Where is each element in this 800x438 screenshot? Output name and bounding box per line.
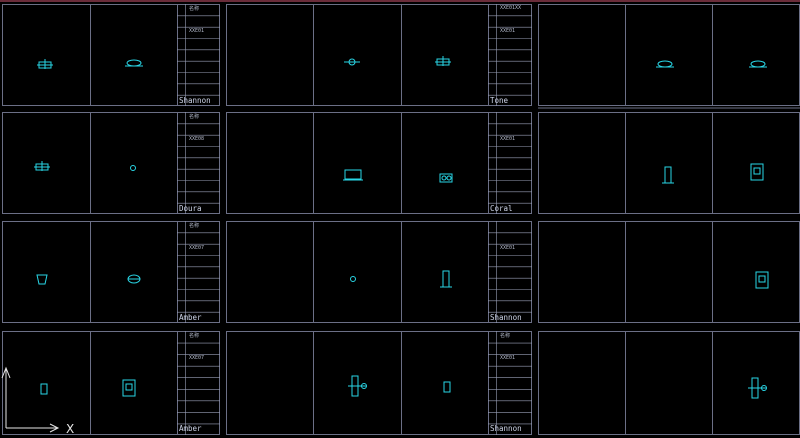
pump-symbol [439, 173, 453, 183]
dot-symbol [350, 276, 356, 282]
dot-symbol [130, 165, 136, 171]
pipe-symbol [748, 377, 767, 399]
sheet-frame-r2c2 [226, 112, 532, 214]
cup-symbol [36, 274, 48, 285]
panel-symbol [755, 271, 769, 289]
faucet-symbol [435, 56, 451, 66]
sheet-frame-r1c2 [226, 4, 532, 106]
basin-symbol [125, 59, 143, 67]
sheet-frame-r2c3 [538, 112, 800, 214]
panel-symbol [122, 379, 136, 397]
bowl-symbol [127, 274, 141, 284]
basin-symbol [656, 60, 674, 68]
sheet-frame-r4c3 [538, 331, 800, 435]
sheet-frame-r2c1 [2, 112, 220, 214]
tub-symbol [343, 169, 363, 181]
cad-model-space[interactable]: 名称 XXE01 Shannon XXE01XX XXE01 Tone 名称 XXE08 Dou… [0, 0, 800, 438]
sheet-frame-r1c1 [2, 4, 220, 106]
sheet-frame-r1c3 [538, 4, 800, 106]
vertical-fixture-symbol [440, 270, 452, 288]
sheet-frame-r4c2 [226, 331, 532, 435]
ucs-x-label: X [66, 422, 75, 436]
valve-symbol [344, 58, 360, 66]
panel-symbol [750, 163, 764, 181]
vertical-fixture-symbol [662, 166, 674, 184]
small-fixture-symbol [40, 383, 48, 395]
drawing-sheets [0, 0, 800, 435]
sheet-frame-r3c2 [226, 221, 532, 323]
small-symbol [443, 381, 451, 393]
sheet-frame-r4c1 [2, 331, 220, 435]
basin-symbol [749, 60, 767, 68]
sheet-frame-r3c1 [2, 221, 220, 323]
faucet-symbol [37, 59, 53, 69]
faucet-symbol [34, 161, 50, 171]
pipe-assembly-symbol [348, 375, 367, 397]
